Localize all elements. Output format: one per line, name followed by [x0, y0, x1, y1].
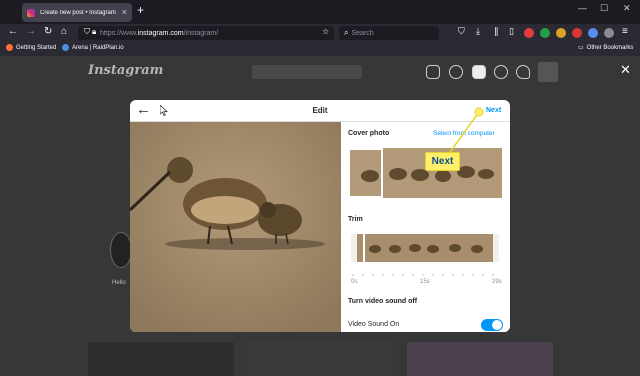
next-callout-label: Next	[425, 152, 460, 171]
callout-pointer	[447, 107, 484, 156]
